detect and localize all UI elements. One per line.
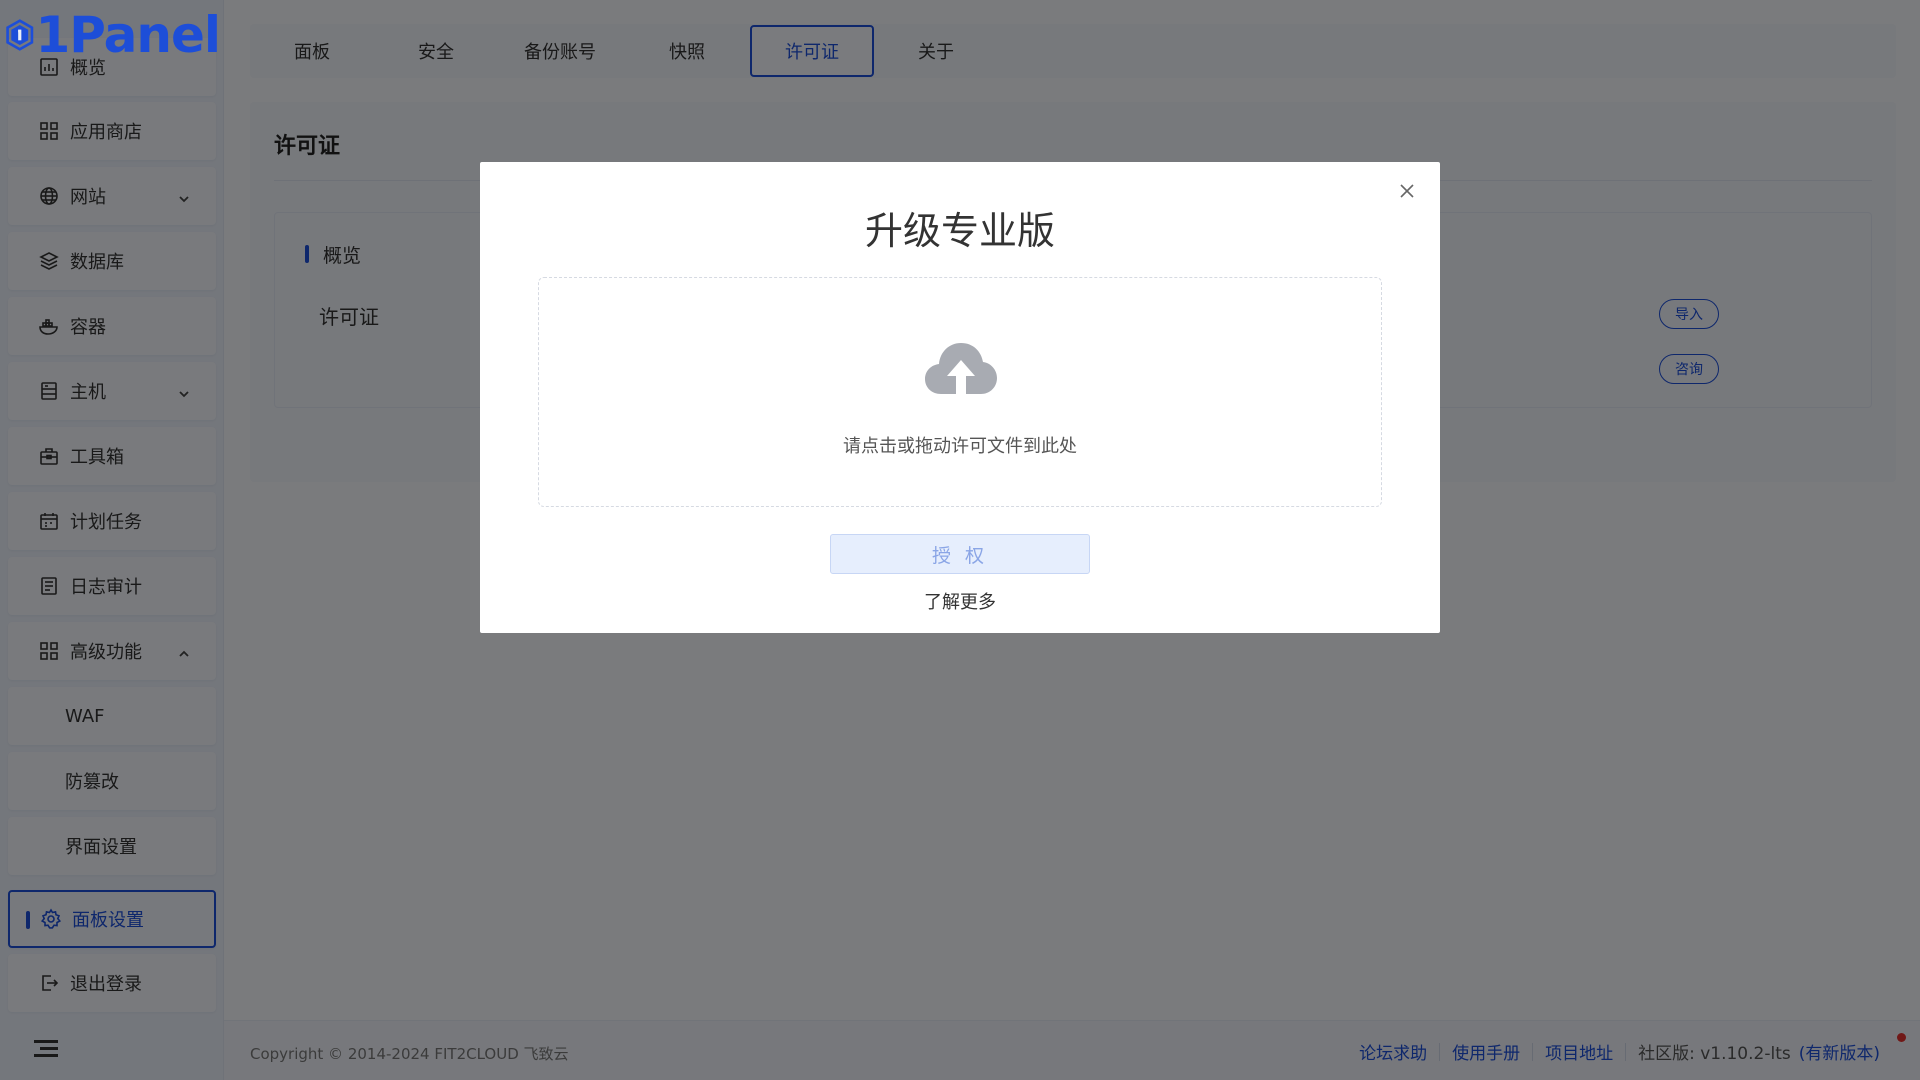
close-icon[interactable] <box>1398 182 1416 200</box>
license-upload-dropzone[interactable]: 请点击或拖动许可文件到此处 <box>538 277 1382 507</box>
brand-logo[interactable]: 1Panel <box>6 2 221 68</box>
authorize-button[interactable]: 授 权 <box>830 534 1090 574</box>
upgrade-dialog: 升级专业版 请点击或拖动许可文件到此处 授 权 了解更多 <box>480 162 1440 633</box>
1panel-logo-icon <box>6 19 34 51</box>
cloud-upload-icon <box>923 338 999 400</box>
learn-more-link[interactable]: 了解更多 <box>480 588 1440 614</box>
dialog-title: 升级专业版 <box>864 209 1055 253</box>
brand-name: 1Panel <box>35 6 221 64</box>
dropzone-hint: 请点击或拖动许可文件到此处 <box>843 436 1077 457</box>
